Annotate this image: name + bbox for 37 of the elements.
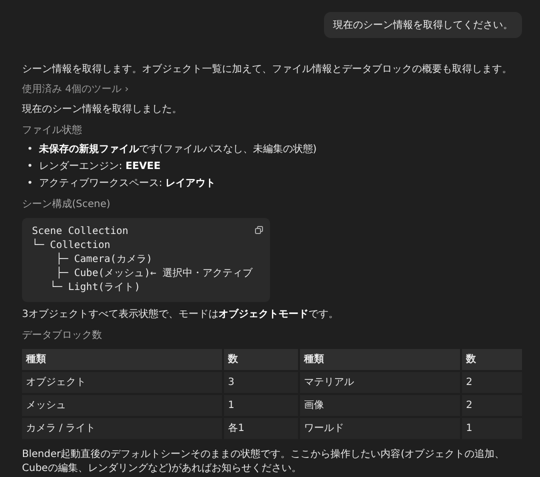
code-line: └─ Collection (32, 239, 110, 252)
copy-icon[interactable] (255, 226, 263, 234)
section-heading: データブロック数 (22, 329, 103, 343)
table-header-cell: 種類 (300, 349, 460, 370)
table-header-cell: 数 (462, 349, 522, 370)
bullet-mark: • (27, 143, 33, 157)
code-line: ├─ Cube(メッシュ)← 選択中・アクティブ (55, 267, 252, 280)
bullet-item: アクティブワークスペース: レイアウト (38, 176, 216, 191)
table-cell: 画像 (300, 395, 460, 416)
bullet-mark: • (27, 160, 33, 174)
table-cell: 1 (224, 395, 298, 416)
code-line: ├─ Camera(カメラ) (55, 253, 152, 266)
table-cell: カメラ / ライト (22, 418, 222, 439)
bullet-item: 未保存の新規ファイルです(ファイルパスなし、未編集の状態) (38, 142, 317, 157)
closing-text: Blender起動直後のデフォルトシーンそのままの状態です。ここから操作したい内容(オブジェクトの追加、Cubeの編集、レンダリングなど)があればお知らせください。 (22, 448, 506, 476)
table-cell: マテリアル (300, 372, 460, 393)
table-cell: 2 (462, 372, 522, 393)
result-text: 現在のシーン情報を取得しました。 (22, 103, 183, 117)
intro-text: シーン情報を取得します。オブジェクト一覧に加えて、ファイル情報とデータブロックの概要も取得します。 (22, 63, 513, 77)
section-heading: ファイル状態 (22, 124, 83, 138)
table-cell: オブジェクト (22, 372, 222, 393)
table-cell: 1 (462, 418, 522, 439)
table-header-cell: 種類 (22, 349, 222, 370)
code-line: └─ Light(ライト) (49, 281, 140, 295)
bullet-item: レンダーエンジン: EEVEE (38, 160, 161, 174)
table-cell: メッシュ (22, 395, 222, 416)
summary-text: 3オブジェクトすべて表示状態で、モードはオブジェクトモードです。 (22, 308, 340, 322)
user-message: 現在のシーン情報を取得してください。 (324, 12, 522, 38)
section-heading: シーン構成(Scene) (22, 198, 112, 212)
table-cell: ワールド (300, 418, 460, 439)
tools-used-link[interactable]: 使用済み 4個のツール › (22, 83, 129, 97)
table-cell: 2 (462, 395, 522, 416)
table-cell: 各1 (224, 418, 298, 439)
table-cell: 3 (224, 372, 298, 393)
code-line: Scene Collection (32, 225, 128, 238)
table-header-cell: 数 (224, 349, 298, 370)
bullet-mark: • (27, 177, 33, 191)
